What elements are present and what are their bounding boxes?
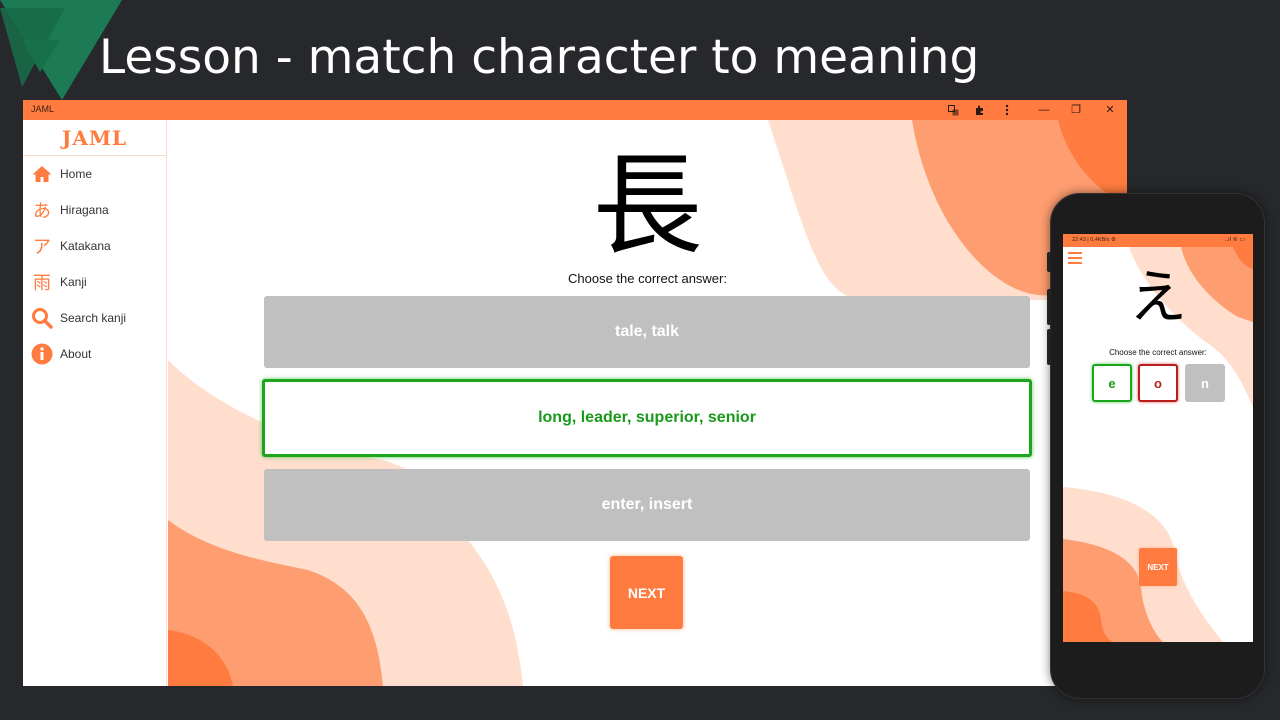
info-icon — [31, 343, 53, 365]
phone-mockup: 22:43 | 0,4KB/s ⚙ ..ıl ≋ ▭ え Choose the … — [1047, 193, 1265, 699]
translate-icon[interactable] — [945, 102, 961, 118]
sidebar-item-label: Kanji — [60, 275, 87, 289]
status-icons: ..ıl ≋ ▭ — [1224, 237, 1245, 243]
title-bar: JAML — ❐ ✕ — [23, 100, 1127, 120]
restore-button[interactable]: ❐ — [1068, 102, 1084, 118]
kanji-icon: 雨 — [33, 273, 51, 293]
answer-option[interactable]: tale, talk — [264, 296, 1030, 368]
slide-title: Lesson - match character to meaning — [99, 30, 980, 85]
sidebar-item-label: Search kanji — [60, 311, 127, 325]
more-vertical-icon[interactable] — [999, 102, 1015, 118]
phone-lesson-prompt: Choose the correct answer: — [1109, 348, 1207, 357]
sidebar-item-katakana[interactable]: ア Katakana — [23, 228, 166, 264]
lesson-content: 長 Choose the correct answer: tale, talk … — [168, 120, 1127, 686]
hiragana-icon: あ — [33, 201, 51, 221]
app-logo[interactable]: JAML — [23, 120, 166, 156]
sidebar-item-kanji[interactable]: 雨 Kanji — [23, 264, 166, 300]
sidebar-item-home[interactable]: Home — [23, 156, 166, 192]
answer-option[interactable]: enter, insert — [264, 469, 1030, 541]
phone-screen: 22:43 | 0,4KB/s ⚙ ..ıl ≋ ▭ え Choose the … — [1063, 234, 1253, 642]
next-button[interactable]: NEXT — [610, 556, 683, 629]
status-time: 22:43 | 0,4KB/s ⚙ — [1072, 237, 1116, 243]
window-title: JAML — [31, 104, 55, 114]
lesson-prompt: Choose the correct answer: — [568, 271, 727, 286]
home-icon — [31, 163, 53, 185]
close-button[interactable]: ✕ — [1102, 102, 1118, 118]
phone-lesson-character: え — [1128, 263, 1187, 331]
sidebar: JAML Home あ Hiragana ア Katakana 雨 Kanji … — [23, 120, 167, 686]
phone-side-button — [1047, 252, 1051, 272]
phone-answer-option-correct[interactable]: e — [1092, 364, 1132, 402]
phone-answer-option-wrong[interactable]: o — [1138, 364, 1178, 402]
search-icon — [31, 307, 53, 329]
desktop-app-window: JAML — ❐ ✕ JAML Home あ Hiragana ア Kataka… — [23, 100, 1127, 686]
phone-status-bar: 22:43 | 0,4KB/s ⚙ ..ıl ≋ ▭ — [1063, 234, 1253, 247]
phone-side-button — [1047, 289, 1051, 325]
sidebar-item-label: Home — [60, 167, 93, 181]
lesson-character: 長 — [592, 142, 703, 270]
sidebar-item-hiragana[interactable]: あ Hiragana — [23, 192, 166, 228]
sidebar-item-label: About — [60, 347, 92, 361]
sidebar-item-label: Katakana — [60, 239, 111, 253]
sidebar-item-label: Hiragana — [60, 203, 109, 217]
minimize-button[interactable]: — — [1036, 102, 1052, 118]
phone-answer-option[interactable]: n — [1185, 364, 1225, 402]
katakana-icon: ア — [33, 237, 51, 257]
phone-side-button — [1047, 329, 1051, 365]
extensions-icon[interactable] — [971, 102, 987, 118]
sidebar-item-search-kanji[interactable]: Search kanji — [23, 300, 166, 336]
phone-next-button[interactable]: NEXT — [1139, 548, 1177, 586]
answer-option-correct[interactable]: long, leader, superior, senior — [262, 379, 1032, 457]
sidebar-item-about[interactable]: About — [23, 336, 166, 372]
